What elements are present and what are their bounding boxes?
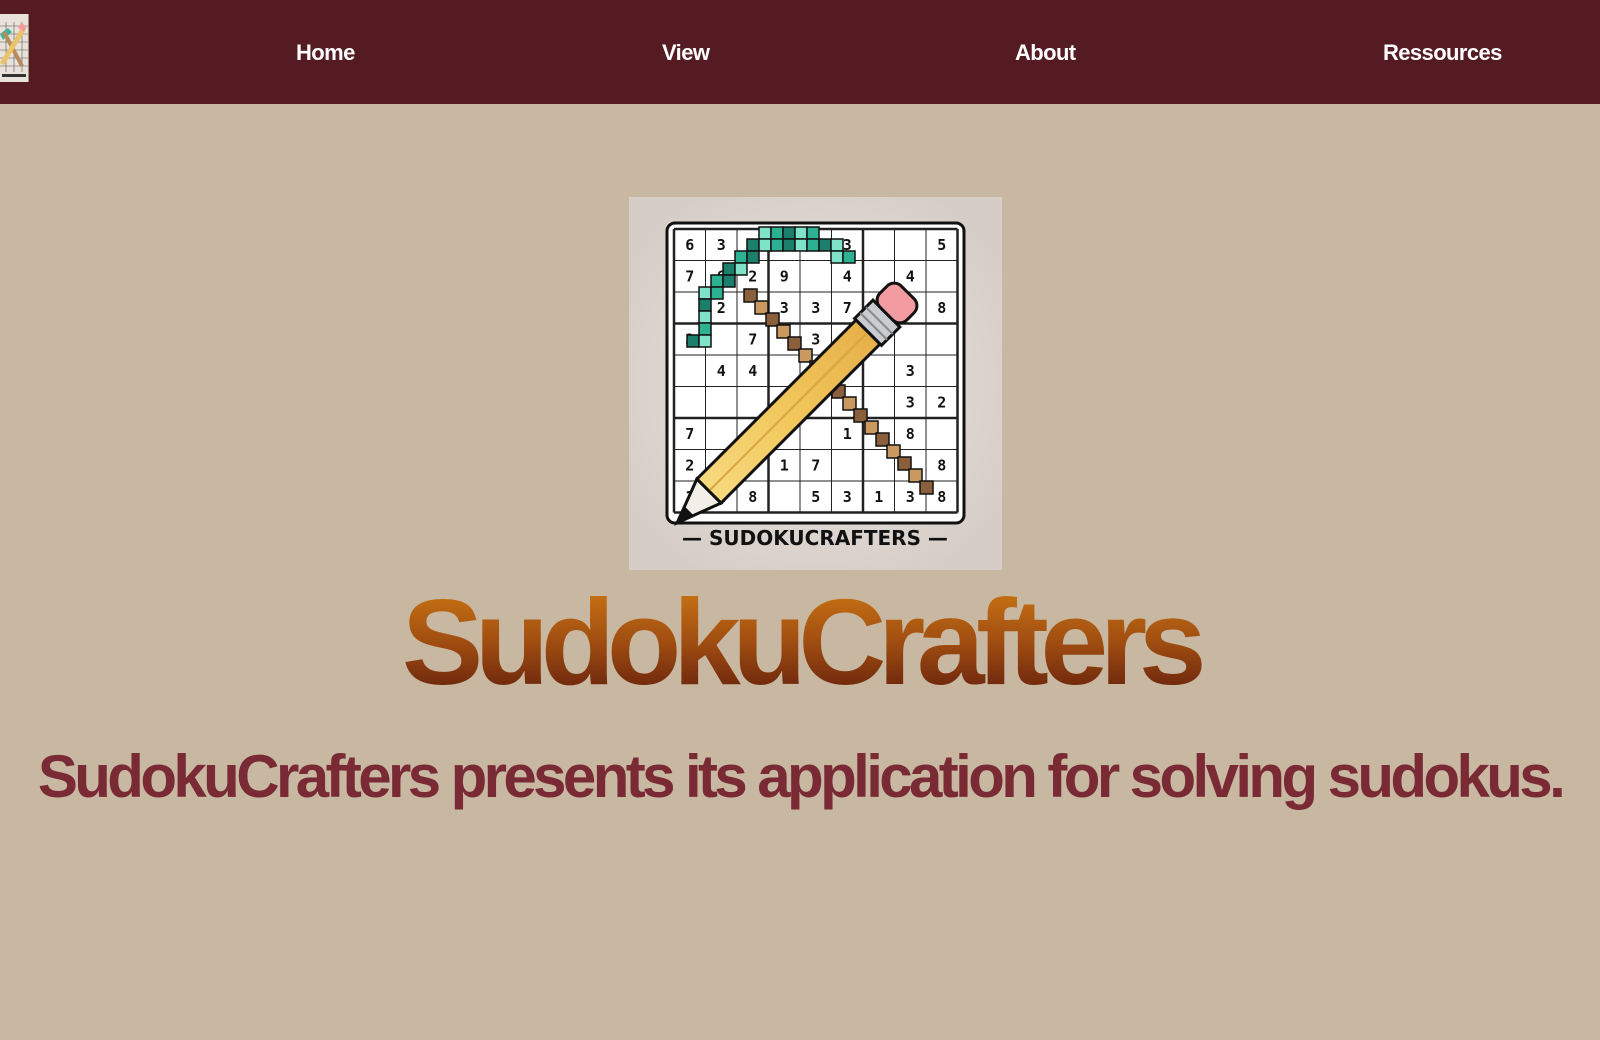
svg-text:4: 4	[843, 267, 852, 285]
hero-logo-image: 6358357629442337498373144443332794182178…	[629, 197, 1002, 570]
nav-item-ressources[interactable]: Ressources	[1383, 0, 1502, 104]
svg-text:5: 5	[937, 236, 946, 254]
page-subtitle: SudokuCrafters presents its application …	[37, 743, 1566, 810]
svg-text:1: 1	[843, 425, 852, 443]
svg-text:5: 5	[811, 488, 820, 506]
svg-text:7: 7	[843, 299, 852, 317]
svg-text:3: 3	[906, 362, 915, 380]
nav-item-about[interactable]: About	[1015, 0, 1076, 104]
svg-text:8: 8	[906, 425, 915, 443]
svg-text:3: 3	[843, 488, 852, 506]
svg-text:2: 2	[748, 267, 757, 285]
svg-text:8: 8	[937, 299, 946, 317]
nav-item-view[interactable]: View	[662, 0, 710, 104]
svg-text:8: 8	[937, 456, 946, 474]
svg-text:1: 1	[780, 456, 789, 474]
svg-text:7: 7	[685, 425, 694, 443]
svg-text:3: 3	[780, 299, 789, 317]
svg-text:4: 4	[748, 362, 757, 380]
svg-text:2: 2	[717, 299, 726, 317]
svg-text:2: 2	[937, 393, 946, 411]
svg-text:7: 7	[811, 456, 820, 474]
svg-text:4: 4	[906, 267, 915, 285]
svg-text:6: 6	[685, 236, 694, 254]
svg-text:2: 2	[685, 456, 694, 474]
svg-text:3: 3	[906, 393, 915, 411]
top-navbar: Home View About Ressources	[0, 0, 1600, 104]
svg-text:8: 8	[937, 488, 946, 506]
svg-text:4: 4	[717, 362, 726, 380]
svg-text:3: 3	[717, 236, 726, 254]
svg-text:8: 8	[748, 488, 757, 506]
sudokucrafters-logo-icon[interactable]	[0, 14, 29, 82]
svg-text:9: 9	[780, 267, 789, 285]
svg-text:3: 3	[811, 299, 820, 317]
svg-text:3: 3	[906, 488, 915, 506]
svg-text:3: 3	[811, 330, 820, 348]
page-title: SudokuCrafters	[0, 580, 1600, 704]
hero-logo-caption: — SUDOKUCRAFTERS —	[682, 526, 948, 550]
svg-text:1: 1	[874, 488, 883, 506]
svg-text:7: 7	[685, 267, 694, 285]
nav-item-home[interactable]: Home	[296, 0, 355, 104]
svg-text:7: 7	[748, 330, 757, 348]
